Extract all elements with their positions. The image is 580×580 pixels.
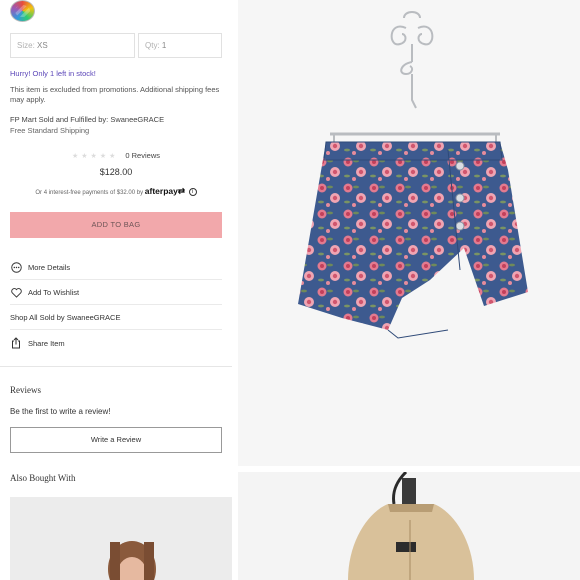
rating-row[interactable]: ★★★★★ 0 Reviews xyxy=(72,151,160,160)
more-details-link[interactable]: More Details xyxy=(10,256,222,280)
product-image-secondary[interactable] xyxy=(238,472,580,580)
shop-all-label: Shop All Sold by SwaneeGRACE xyxy=(10,313,121,322)
add-to-bag-button[interactable]: ADD TO BAG xyxy=(10,212,222,238)
share-item-label: Share Item xyxy=(28,338,65,348)
first-review-prompt: Be the first to write a review! xyxy=(10,407,111,416)
promo-notice: This item is excluded from promotions. A… xyxy=(10,85,220,104)
afterpay-text: Or 4 interest-free payments of $32.00 by xyxy=(35,190,144,196)
add-to-wishlist-link[interactable]: Add To Wishlist xyxy=(10,281,222,305)
share-icon xyxy=(10,337,22,349)
reviews-count: 0 Reviews xyxy=(125,151,160,160)
ellipsis-circle-icon xyxy=(10,262,22,274)
afterpay-logo: afterpay xyxy=(144,186,178,196)
reviews-heading: Reviews xyxy=(10,385,41,395)
add-to-wishlist-label: Add To Wishlist xyxy=(28,288,80,297)
product-gallery xyxy=(238,0,580,580)
info-icon[interactable]: i xyxy=(188,188,197,197)
stock-notice: Hurry! Only 1 left in stock! xyxy=(10,69,96,78)
afterpay-line: Or 4 interest-free payments of $32.00 by… xyxy=(0,186,232,197)
quantity-select[interactable]: Qty: 1 xyxy=(138,33,222,58)
shipping-info: Free Standard Shipping xyxy=(10,126,90,135)
size-select[interactable]: Size: XS xyxy=(10,33,135,58)
share-item-link[interactable]: Share Item xyxy=(10,331,222,355)
also-bought-heading: Also Bought With xyxy=(10,473,76,483)
qty-value: 1 xyxy=(161,41,167,50)
size-value: XS xyxy=(37,41,48,50)
fulfilled-by: FP Mart Sold and Fulfilled by: SwaneeGRA… xyxy=(10,115,165,124)
price: $128.00 xyxy=(99,167,133,177)
heart-icon xyxy=(10,287,22,299)
rainbow-swatch-icon[interactable] xyxy=(10,0,35,22)
star-rating-icon: ★★★★★ xyxy=(72,152,119,160)
write-review-button[interactable]: Write a Review xyxy=(10,427,222,453)
size-label: Size: xyxy=(17,41,35,50)
also-bought-thumbnail[interactable] xyxy=(10,497,232,580)
product-image-main[interactable] xyxy=(238,0,580,466)
section-divider xyxy=(0,366,232,367)
qty-label: Qty: xyxy=(145,41,160,50)
product-info-panel: Size: XS Qty: 1 Hurry! Only 1 left in st… xyxy=(0,0,232,580)
shop-all-seller-link[interactable]: Shop All Sold by SwaneeGRACE xyxy=(10,306,222,330)
more-details-label: More Details xyxy=(28,263,71,272)
afterpay-arrows-icon: ⇄ xyxy=(177,186,185,196)
